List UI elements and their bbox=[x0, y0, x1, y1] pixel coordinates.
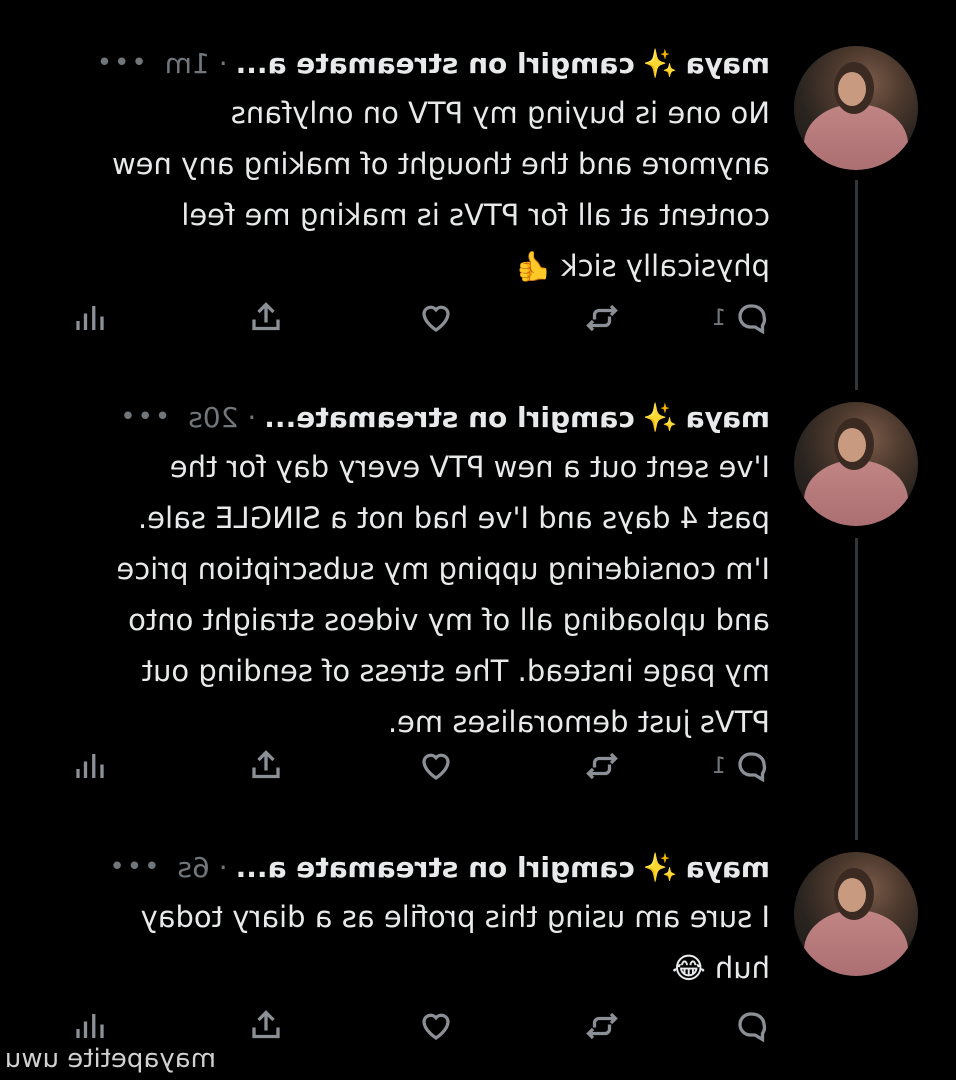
views-button[interactable] bbox=[72, 746, 108, 786]
tweet-actions: 1 bbox=[50, 746, 770, 786]
reply-count: 1 bbox=[712, 753, 726, 779]
share-button[interactable] bbox=[248, 298, 284, 338]
retweet-button[interactable] bbox=[584, 746, 620, 786]
retweet-button[interactable] bbox=[584, 298, 620, 338]
share-icon bbox=[252, 1010, 280, 1039]
reply-button[interactable] bbox=[726, 1006, 770, 1046]
retweet-icon bbox=[586, 752, 618, 780]
handle[interactable]: camgirl on streamate a... bbox=[236, 851, 635, 884]
reply-icon bbox=[738, 752, 767, 783]
retweet-icon bbox=[586, 1012, 618, 1040]
tweet-header: maya ✨ camgirl on streamate... · 20s ••• bbox=[118, 400, 770, 434]
heart-icon bbox=[422, 305, 450, 332]
avatar[interactable] bbox=[794, 46, 918, 170]
display-name[interactable]: maya bbox=[686, 401, 770, 434]
thread-line bbox=[855, 180, 858, 390]
thread-view: maya ✨ camgirl on streamate a... · 1m ••… bbox=[0, 0, 956, 1080]
timestamp[interactable]: · 1m bbox=[165, 47, 228, 80]
tweet-actions bbox=[50, 1006, 770, 1046]
heart-icon bbox=[422, 1013, 450, 1040]
display-name[interactable]: maya bbox=[686, 851, 770, 884]
more-options-icon[interactable]: ••• bbox=[107, 852, 159, 882]
sparkle-icon: ✨ bbox=[642, 400, 678, 434]
sparkle-icon: ✨ bbox=[642, 46, 678, 80]
reply-icon bbox=[738, 1012, 767, 1043]
like-button[interactable] bbox=[418, 298, 454, 338]
handle[interactable]: camgirl on streamate a... bbox=[236, 47, 635, 80]
sparkle-icon: ✨ bbox=[642, 850, 678, 884]
share-icon bbox=[252, 302, 280, 331]
tweet-text: No one is buying my PTV on onlyfans anym… bbox=[111, 96, 770, 283]
tweet-text: I've sent out a new PTV every day for th… bbox=[116, 450, 770, 739]
reply-button[interactable]: 1 bbox=[712, 298, 770, 338]
tweet-actions: 1 bbox=[50, 298, 770, 338]
timestamp[interactable]: · 20s bbox=[188, 401, 256, 434]
retweet-icon bbox=[586, 304, 618, 332]
display-name[interactable]: maya bbox=[686, 47, 770, 80]
more-options-icon[interactable]: ••• bbox=[118, 402, 170, 432]
watermark: mayapetite uwu bbox=[4, 1044, 216, 1074]
share-icon bbox=[252, 750, 280, 779]
retweet-button[interactable] bbox=[584, 1006, 620, 1046]
views-icon bbox=[76, 754, 104, 778]
reply-button[interactable]: 1 bbox=[712, 746, 770, 786]
more-options-icon[interactable]: ••• bbox=[95, 48, 147, 78]
heart-icon bbox=[422, 753, 450, 780]
tweet-text: I sure am using this profile as a diary … bbox=[140, 900, 770, 985]
like-button[interactable] bbox=[418, 1006, 454, 1046]
tweet-header: maya ✨ camgirl on streamate a... · 6s ••… bbox=[107, 850, 770, 884]
tweet-header: maya ✨ camgirl on streamate a... · 1m ••… bbox=[95, 46, 770, 80]
avatar[interactable] bbox=[794, 402, 918, 526]
views-icon bbox=[76, 1014, 104, 1038]
thread-line bbox=[855, 538, 858, 840]
share-button[interactable] bbox=[248, 746, 284, 786]
like-button[interactable] bbox=[418, 746, 454, 786]
reply-icon bbox=[738, 304, 767, 335]
reply-count: 1 bbox=[712, 305, 726, 331]
views-button[interactable] bbox=[72, 298, 108, 338]
handle[interactable]: camgirl on streamate... bbox=[264, 401, 634, 434]
avatar[interactable] bbox=[794, 852, 918, 976]
views-icon bbox=[76, 306, 104, 330]
views-button[interactable] bbox=[72, 1006, 108, 1046]
share-button[interactable] bbox=[248, 1006, 284, 1046]
timestamp[interactable]: · 6s bbox=[177, 851, 227, 884]
